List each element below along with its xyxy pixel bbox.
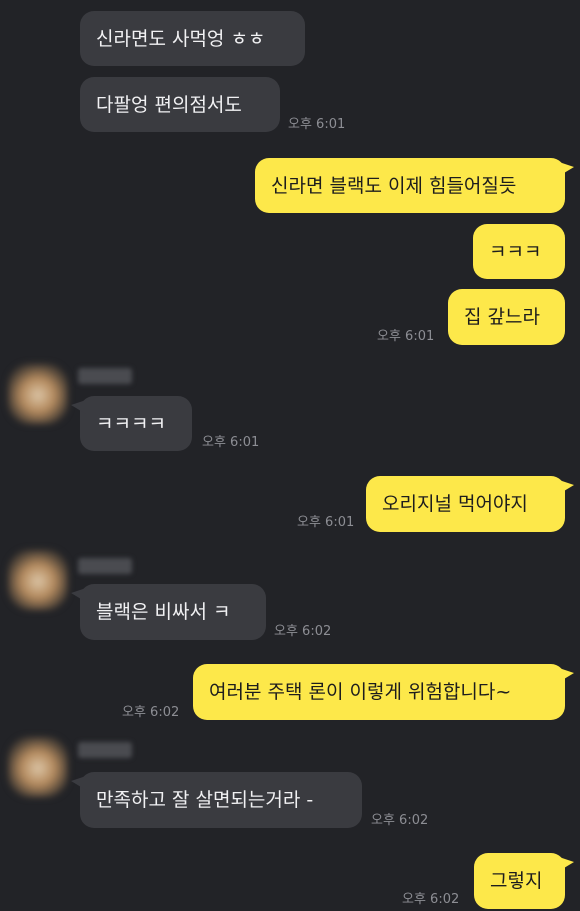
message-text: 블랙은 비싸서 ㅋ xyxy=(96,601,231,623)
message-text: 신라면 블랙도 이제 힘들어질듯 xyxy=(271,174,517,197)
message-timestamp: 오후 6:02 xyxy=(274,624,332,639)
message-timestamp: 오후 6:02 xyxy=(371,813,429,828)
message-bubble-outgoing[interactable]: ㅋㅋㅋ xyxy=(473,224,565,279)
sender-name-blurred xyxy=(78,368,132,384)
message-bubble-incoming[interactable]: 블랙은 비싸서 ㅋ xyxy=(71,584,266,640)
message-bubble-outgoing[interactable]: 신라면 블랙도 이제 힘들어질듯 xyxy=(255,158,574,213)
message-text: 다팔엉 편의점서도 xyxy=(96,93,242,116)
message-bubble-incoming[interactable]: 다팔엉 편의점서도 xyxy=(80,77,280,132)
message-bubble-outgoing[interactable]: 오리지널 먹어야지 xyxy=(366,476,574,532)
message-bubble-incoming[interactable]: 신라면도 사먹엉 ㅎㅎ xyxy=(80,11,305,66)
message-timestamp: 오후 6:02 xyxy=(402,892,460,907)
message-timestamp: 오후 6:01 xyxy=(377,329,435,344)
message-bubble-outgoing[interactable]: 그렇지 xyxy=(474,853,574,909)
sender-name-blurred xyxy=(78,742,132,758)
message-timestamp: 오후 6:01 xyxy=(288,117,346,132)
message-timestamp: 오후 6:02 xyxy=(122,705,180,720)
message-bubble-outgoing[interactable]: 여러분 주택 론이 이렇게 위험합니다~ xyxy=(193,664,574,720)
message-bubble-incoming[interactable]: 만족하고 잘 살면되는거라 - xyxy=(71,772,362,828)
message-text: 오리지널 먹어야지 xyxy=(382,493,528,515)
message-timestamp: 오후 6:01 xyxy=(202,435,260,450)
sender-name-blurred xyxy=(78,558,132,574)
message-text: 만족하고 잘 살면되는거라 - xyxy=(96,789,314,811)
sender-avatar[interactable] xyxy=(8,550,68,610)
message-bubble-incoming[interactable]: ㅋㅋㅋㅋ xyxy=(71,396,192,451)
message-timestamp: 오후 6:01 xyxy=(297,515,355,530)
message-text: 신라면도 사먹엉 ㅎㅎ xyxy=(96,27,266,50)
sender-avatar[interactable] xyxy=(8,364,68,424)
sender-avatar[interactable] xyxy=(8,737,68,797)
message-text: 그렇지 xyxy=(490,870,543,892)
message-bubble-outgoing[interactable]: 집 갚느라 xyxy=(448,289,565,345)
message-text: 집 갚느라 xyxy=(464,306,540,328)
message-text: ㅋㅋㅋㅋ xyxy=(96,412,166,435)
message-text: ㅋㅋㅋ xyxy=(489,240,542,263)
message-text: 여러분 주택 론이 이렇게 위험합니다~ xyxy=(209,681,512,703)
